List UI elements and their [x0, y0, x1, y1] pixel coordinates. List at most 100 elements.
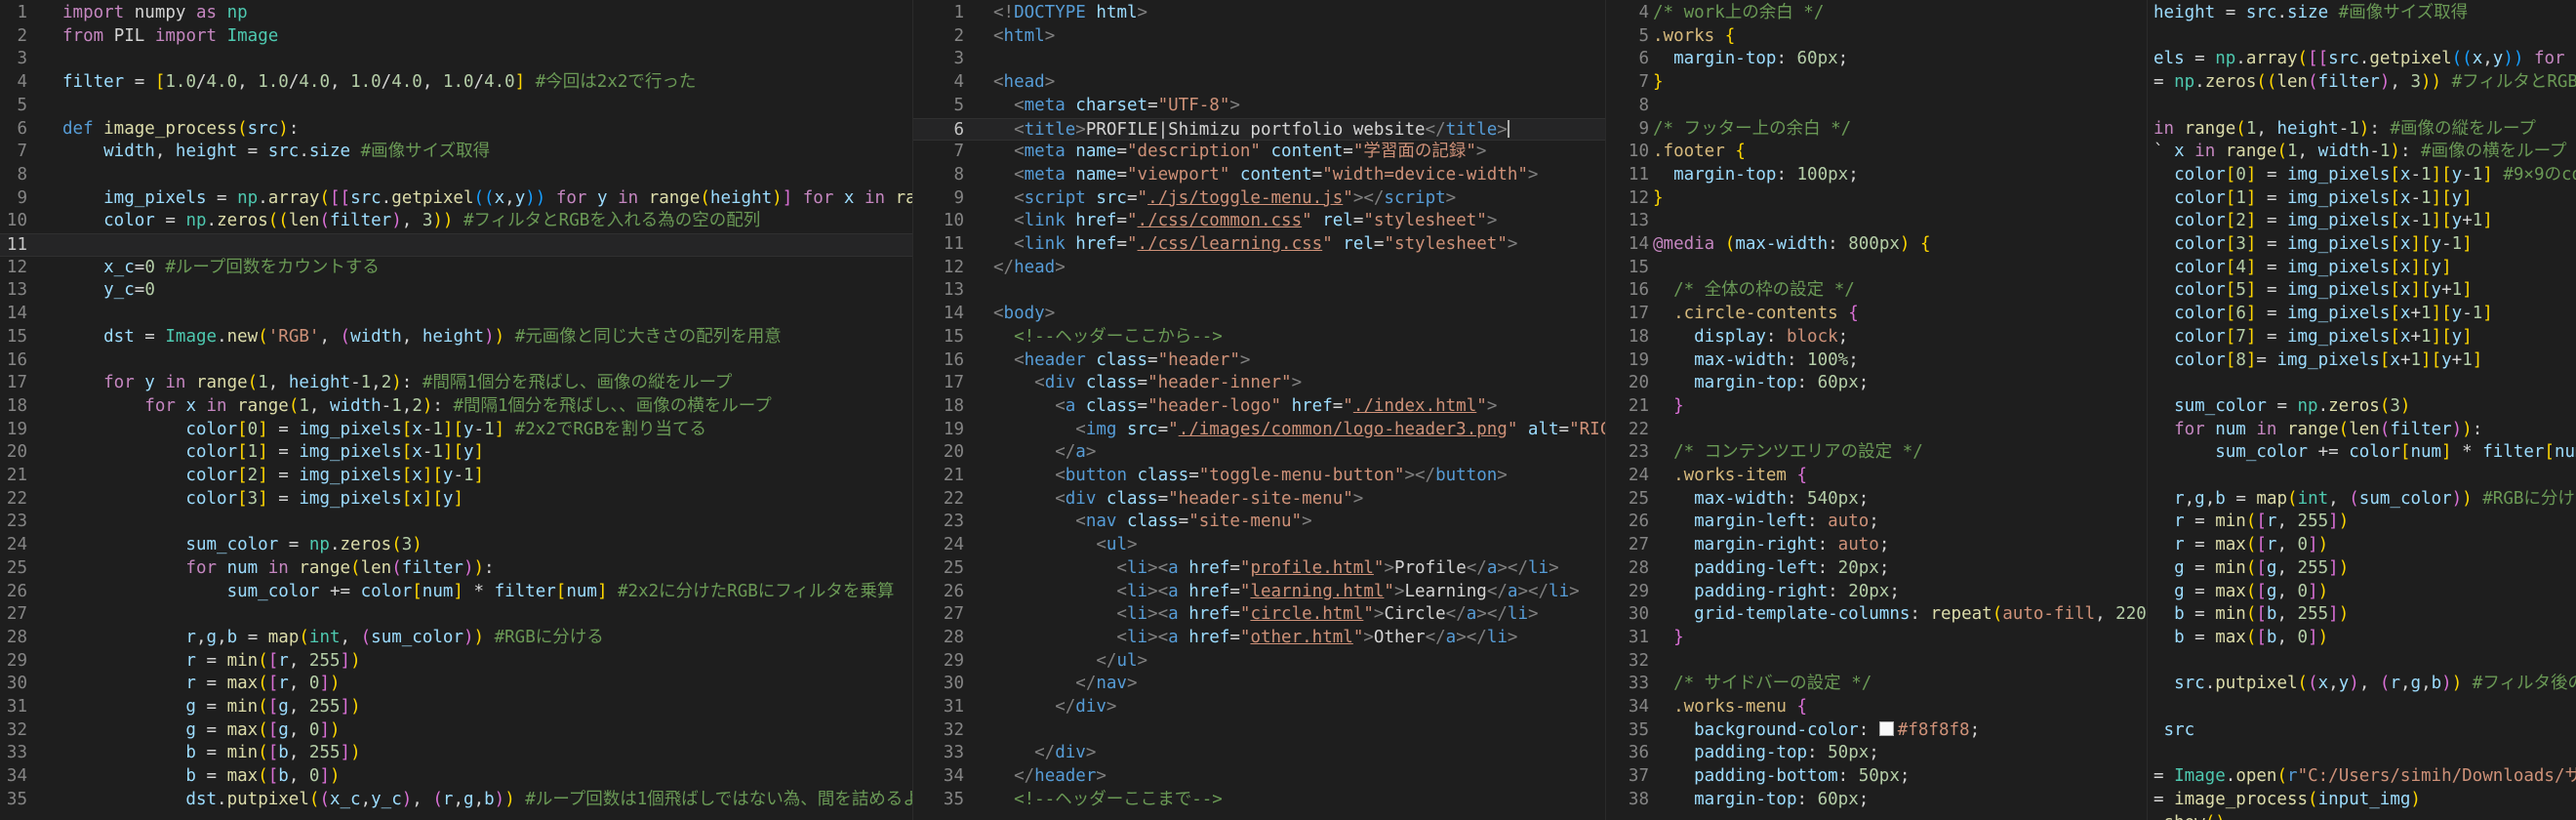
code-line[interactable]: 4 filter = [1.0/4.0, 1.0/4.0, 1.0/4.0, 1.…	[0, 71, 912, 95]
code-line[interactable]: 7 width, height = src.size #画像サイズ取得	[0, 141, 912, 164]
code-line[interactable]: 38 margin-top: 60px;	[1606, 789, 2148, 812]
code-line[interactable]: 8	[1606, 95, 2148, 118]
code-line[interactable]: for num in range(len(filter)):	[2148, 419, 2576, 442]
code-line[interactable]: sum_color += color[num] * filter[num]	[2148, 441, 2576, 465]
code-line[interactable]: 8 <meta name="viewport" content="width=d…	[913, 164, 1606, 187]
code-line[interactable]: 29 padding-right: 20px;	[1606, 581, 2148, 604]
code-line[interactable]: 35 dst.putpixel((x_c,y_c), (r,g,b)) #ループ…	[0, 789, 912, 812]
code-line[interactable]: r = min([r, 255])	[2148, 511, 2576, 534]
code-line[interactable]: 18 display: block;	[1606, 326, 2148, 349]
code-line[interactable]: 35 background-color: #f8f8f8;	[1606, 719, 2148, 743]
code-line[interactable]: 21 }	[1606, 395, 2148, 419]
code-line[interactable]: 2 <html>	[913, 25, 1606, 49]
code-line[interactable]	[2148, 465, 2576, 488]
code-line[interactable]: 11 <link href="./css/learning.css" rel="…	[913, 233, 1606, 257]
code-line[interactable]: b = max([b, 0])	[2148, 627, 2576, 650]
code-line[interactable]: 31 </div>	[913, 696, 1606, 719]
code-line[interactable]: 12}	[1606, 187, 2148, 211]
code-line[interactable]: 2 from PIL import Image	[0, 25, 912, 49]
code-line[interactable]: = np.zeros((len(filter), 3)) #フィルタとRGBを	[2148, 71, 2576, 95]
code-line[interactable]	[2148, 95, 2576, 118]
code-line[interactable]: 30 grid-template-columns: repeat(auto-fi…	[1606, 603, 2148, 627]
code-line[interactable]: 17 for y in range(1, height-1,2): #間隔1個分…	[0, 372, 912, 395]
code-line[interactable]	[2148, 372, 2576, 395]
code-line[interactable]: 9/* フッター上の余白 */	[1606, 118, 2148, 142]
code-line[interactable]: r = max([r, 0])	[2148, 534, 2576, 557]
code-line[interactable]: 21 color[2] = img_pixels[x][y-1]	[0, 465, 912, 488]
code-line[interactable]: 16 <header class="header">	[913, 349, 1606, 373]
code-line[interactable]: 3	[0, 48, 912, 71]
code-line[interactable]: 3	[913, 48, 1606, 71]
code-line[interactable]: 28 <li><a href="other.html">Other</a></l…	[913, 627, 1606, 650]
code-line[interactable]: color[5] = img_pixels[x][y+1]	[2148, 279, 2576, 303]
code-line[interactable]: 24 .works-item {	[1606, 465, 2148, 488]
code-line[interactable]: 6 margin-top: 60px;	[1606, 48, 2148, 71]
code-line[interactable]: color[2] = img_pixels[x-1][y+1]	[2148, 210, 2576, 233]
code-line[interactable]: color[1] = img_pixels[x-1][y]	[2148, 187, 2576, 211]
code-line[interactable]: 5 <meta charset="UTF-8">	[913, 95, 1606, 118]
code-line[interactable]: color[3] = img_pixels[x][y-1]	[2148, 233, 2576, 257]
code-line[interactable]: 12 </head>	[913, 257, 1606, 280]
code-line[interactable]: 31 g = min([g, 255])	[0, 696, 912, 719]
code-line[interactable]: 7 <meta name="description" content="学習面の…	[913, 141, 1606, 164]
color-swatch[interactable]	[1878, 720, 1894, 736]
code-line[interactable]: src	[2148, 719, 2576, 743]
code-line[interactable]: 16	[0, 349, 912, 373]
code-line[interactable]: 7}	[1606, 71, 2148, 95]
code-line[interactable]: g = max([g, 0])	[2148, 581, 2576, 604]
code-line[interactable]: 33 </div>	[913, 742, 1606, 765]
code-line[interactable]: 15	[1606, 257, 2148, 280]
code-line[interactable]: 32	[1606, 650, 2148, 674]
code-line[interactable]: 20 margin-top: 60px;	[1606, 372, 2148, 395]
code-line[interactable]: 1 import numpy as np	[0, 2, 912, 25]
code-line[interactable]: 19 color[0] = img_pixels[x-1][y-1] #2x2で…	[0, 419, 912, 442]
editor-pane-python-right[interactable]: height = src.size #画像サイズ取得 els = np.array…	[2147, 0, 2576, 820]
code-line[interactable]: 9 <script src="./js/toggle-menu.js"></sc…	[913, 187, 1606, 211]
editor-pane-css[interactable]: 4/* work上の余白 */5 .works {6 margin-top: 60…	[1605, 0, 2148, 820]
code-line[interactable]: 32 g = max([g, 0])	[0, 719, 912, 743]
code-line[interactable]: 25 max-width: 540px;	[1606, 488, 2148, 512]
code-line[interactable]: 17 <div class="header-inner">	[913, 372, 1606, 395]
code-line[interactable]: 34 </header>	[913, 765, 1606, 789]
code-line[interactable]: 20 color[1] = img_pixels[x-1][y]	[0, 441, 912, 465]
code-line[interactable]: 29 </ul>	[913, 650, 1606, 674]
code-line[interactable]: 16 /* 全体の枠の設定 */	[1606, 279, 2148, 303]
code-line[interactable]: 19 max-width: 100%;	[1606, 349, 2148, 373]
code-line[interactable]: 34 .works-menu {	[1606, 696, 2148, 719]
code-line[interactable]: 14 @media (max-width: 800px) {	[1606, 233, 2148, 257]
code-line[interactable]: 14	[0, 303, 912, 326]
code-line[interactable]: b = min([b, 255])	[2148, 603, 2576, 627]
code-line[interactable]: r,g,b = map(int, (sum_color)) #RGBに分ける	[2148, 488, 2576, 512]
code-line[interactable]: 30 r = max([r, 0])	[0, 673, 912, 696]
code-line[interactable]: 23 /* コンテンツエリアの設定 */	[1606, 441, 2148, 465]
code-line[interactable]: 25 for num in range(len(filter)):	[0, 557, 912, 581]
code-line[interactable]: 11	[0, 233, 912, 257]
code-line[interactable]: 33 b = min([b, 255])	[0, 742, 912, 765]
code-line[interactable]: 5	[0, 95, 912, 118]
code-line[interactable]: 32	[913, 719, 1606, 743]
code-line[interactable]: 22 <div class="header-site-menu">	[913, 488, 1606, 512]
code-line[interactable]	[2148, 696, 2576, 719]
code-line[interactable]: 13	[1606, 210, 2148, 233]
code-line[interactable]: 6 <title>PROFILE|Shimizu portfolio websi…	[913, 117, 1606, 142]
code-line[interactable]: 6 def image_process(src):	[0, 118, 912, 142]
code-line[interactable]: 34 b = max([b, 0])	[0, 765, 912, 789]
code-line[interactable]: color[6] = img_pixels[x+1][y-1]	[2148, 303, 2576, 326]
code-line[interactable]: 27	[0, 603, 912, 627]
code-line[interactable]: 21 <button class="toggle-menu-button"></…	[913, 465, 1606, 488]
code-line[interactable]: 10 color = np.zeros((len(filter), 3)) #フ…	[0, 210, 912, 233]
code-line[interactable]: color[8]= img_pixels[x+1][y+1]	[2148, 349, 2576, 373]
code-line[interactable]: in range(1, height-1): #画像の縦をループ	[2148, 118, 2576, 142]
code-line[interactable]	[2148, 650, 2576, 674]
code-line[interactable]: color[7] = img_pixels[x+1][y]	[2148, 326, 2576, 349]
code-line[interactable]: 22 color[3] = img_pixels[x][y]	[0, 488, 912, 512]
code-line[interactable]: 30 </nav>	[913, 673, 1606, 696]
code-line[interactable]: 23 <nav class="site-menu">	[913, 511, 1606, 534]
code-line[interactable]: 18 for x in range(1, width-1,2): #間隔1個分を…	[0, 395, 912, 419]
code-line[interactable]: 27 margin-right: auto;	[1606, 534, 2148, 557]
code-line[interactable]: 17 .circle-contents {	[1606, 303, 2148, 326]
code-line[interactable]: 5 .works {	[1606, 25, 2148, 49]
code-line[interactable]: 12 x_c=0 #ループ回数をカウントする	[0, 257, 912, 280]
code-line[interactable]: = Image.open(r"C:/Users/simih/Downloads/…	[2148, 765, 2576, 789]
code-line[interactable]: color[4] = img_pixels[x][y]	[2148, 257, 2576, 280]
